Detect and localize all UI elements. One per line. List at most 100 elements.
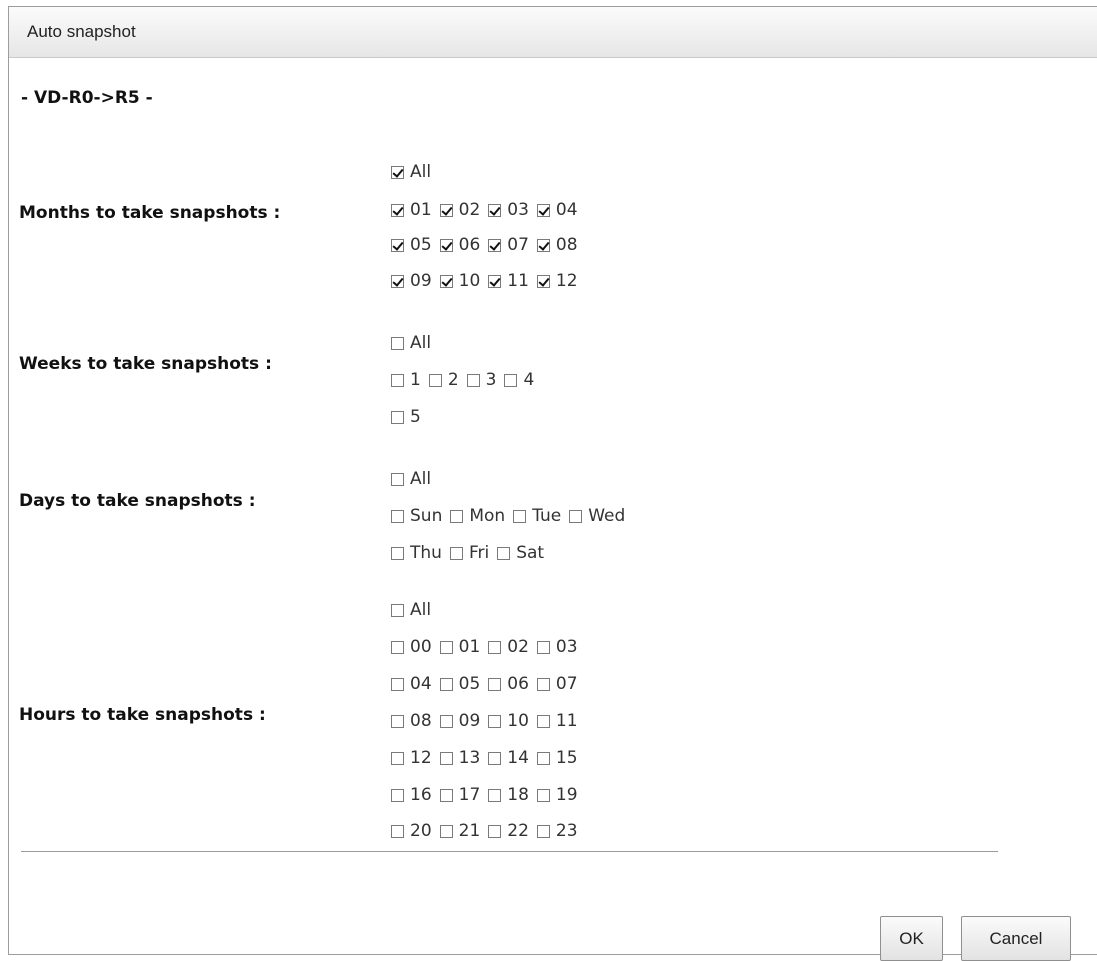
checkbox-unchecked-icon[interactable] (488, 751, 502, 765)
hours-checkbox-22[interactable]: 22 (488, 821, 529, 841)
checkbox-unchecked-icon[interactable] (569, 509, 583, 523)
checkbox-unchecked-icon[interactable] (488, 788, 502, 802)
checkbox-unchecked-icon[interactable] (391, 640, 404, 654)
checkbox-checked-icon[interactable] (536, 274, 550, 288)
days-checkbox-fri[interactable]: Fri (449, 543, 489, 563)
checkbox-unchecked-icon[interactable] (391, 509, 404, 523)
checkbox-unchecked-icon[interactable] (391, 603, 404, 617)
hours-checkbox-15[interactable]: 15 (536, 748, 578, 768)
checkbox-unchecked-icon[interactable] (536, 677, 550, 691)
checkbox-checked-icon[interactable] (391, 274, 404, 288)
checkbox-unchecked-icon[interactable] (391, 336, 404, 350)
checkbox-unchecked-icon[interactable] (488, 640, 502, 654)
checkbox-unchecked-icon[interactable] (450, 509, 464, 523)
hours-checkbox-20[interactable]: 20 (391, 821, 432, 841)
checkbox-checked-icon[interactable] (488, 203, 502, 217)
months-checkbox-05[interactable]: 05 (391, 235, 432, 255)
checkbox-unchecked-icon[interactable] (536, 640, 550, 654)
checkbox-unchecked-icon[interactable] (466, 373, 480, 387)
checkbox-unchecked-icon[interactable] (391, 546, 404, 560)
checkbox-unchecked-icon[interactable] (391, 373, 404, 387)
hours-checkbox-04[interactable]: 04 (391, 674, 432, 694)
days-checkbox-thu[interactable]: Thu (391, 543, 442, 563)
checkbox-unchecked-icon[interactable] (513, 509, 527, 523)
months-checkbox-11[interactable]: 11 (488, 271, 529, 291)
hours-checkbox-16[interactable]: 16 (391, 785, 432, 805)
checkbox-unchecked-icon[interactable] (391, 472, 404, 486)
checkbox-unchecked-icon[interactable] (439, 788, 453, 802)
months-checkbox-01[interactable]: 01 (391, 200, 432, 220)
months-checkbox-02[interactable]: 02 (439, 200, 480, 220)
hours-checkbox-12[interactable]: 12 (391, 748, 432, 768)
checkbox-checked-icon[interactable] (439, 274, 453, 288)
months-checkbox-09[interactable]: 09 (391, 271, 432, 291)
checkbox-unchecked-icon[interactable] (504, 373, 518, 387)
weeks-checkbox-4[interactable]: 4 (504, 370, 534, 390)
weeks-checkbox-5[interactable]: 5 (391, 407, 421, 427)
checkbox-unchecked-icon[interactable] (497, 546, 511, 560)
weeks-checkbox-3[interactable]: 3 (466, 370, 496, 390)
checkbox-unchecked-icon[interactable] (391, 824, 404, 838)
months-checkbox-06[interactable]: 06 (439, 235, 480, 255)
hours-checkbox-21[interactable]: 21 (439, 821, 480, 841)
months-checkbox-all[interactable]: All (391, 162, 431, 182)
checkbox-unchecked-icon[interactable] (439, 824, 453, 838)
hours-checkbox-19[interactable]: 19 (536, 785, 578, 805)
hours-checkbox-13[interactable]: 13 (439, 748, 480, 768)
hours-checkbox-17[interactable]: 17 (439, 785, 480, 805)
hours-checkbox-03[interactable]: 03 (536, 637, 578, 657)
weeks-checkbox-2[interactable]: 2 (428, 370, 459, 390)
checkbox-checked-icon[interactable] (391, 165, 404, 179)
checkbox-unchecked-icon[interactable] (391, 410, 404, 424)
days-checkbox-mon[interactable]: Mon (450, 506, 505, 526)
checkbox-unchecked-icon[interactable] (391, 751, 404, 765)
checkbox-unchecked-icon[interactable] (449, 546, 463, 560)
hours-checkbox-05[interactable]: 05 (439, 674, 480, 694)
hours-checkbox-07[interactable]: 07 (536, 674, 578, 694)
checkbox-unchecked-icon[interactable] (428, 373, 442, 387)
hours-checkbox-01[interactable]: 01 (439, 637, 480, 657)
cancel-button[interactable]: Cancel (961, 916, 1071, 961)
months-checkbox-12[interactable]: 12 (536, 271, 578, 291)
days-checkbox-wed[interactable]: Wed (569, 506, 625, 526)
checkbox-unchecked-icon[interactable] (488, 677, 502, 691)
months-checkbox-03[interactable]: 03 (488, 200, 529, 220)
checkbox-unchecked-icon[interactable] (391, 714, 404, 728)
hours-checkbox-06[interactable]: 06 (488, 674, 529, 694)
days-checkbox-sat[interactable]: Sat (497, 543, 544, 563)
weeks-checkbox-1[interactable]: 1 (391, 370, 421, 390)
checkbox-checked-icon[interactable] (536, 203, 550, 217)
hours-checkbox-00[interactable]: 00 (391, 637, 432, 657)
days-checkbox-sun[interactable]: Sun (391, 506, 442, 526)
checkbox-unchecked-icon[interactable] (488, 824, 502, 838)
checkbox-unchecked-icon[interactable] (391, 677, 404, 691)
checkbox-unchecked-icon[interactable] (439, 677, 453, 691)
checkbox-unchecked-icon[interactable] (536, 824, 550, 838)
checkbox-unchecked-icon[interactable] (536, 751, 550, 765)
hours-checkbox-23[interactable]: 23 (536, 821, 578, 841)
checkbox-checked-icon[interactable] (439, 238, 453, 252)
months-checkbox-04[interactable]: 04 (536, 200, 578, 220)
checkbox-checked-icon[interactable] (488, 238, 502, 252)
checkbox-unchecked-icon[interactable] (439, 640, 453, 654)
hours-checkbox-09[interactable]: 09 (439, 711, 480, 731)
checkbox-checked-icon[interactable] (536, 238, 550, 252)
days-checkbox-tue[interactable]: Tue (513, 506, 561, 526)
checkbox-unchecked-icon[interactable] (536, 714, 550, 728)
hours-checkbox-18[interactable]: 18 (488, 785, 529, 805)
months-checkbox-08[interactable]: 08 (536, 235, 578, 255)
months-checkbox-07[interactable]: 07 (488, 235, 529, 255)
checkbox-unchecked-icon[interactable] (439, 751, 453, 765)
hours-checkbox-02[interactable]: 02 (488, 637, 529, 657)
hours-checkbox-14[interactable]: 14 (488, 748, 529, 768)
ok-button[interactable]: OK (880, 916, 943, 961)
checkbox-unchecked-icon[interactable] (488, 714, 502, 728)
hours-checkbox-all[interactable]: All (391, 600, 431, 620)
weeks-checkbox-all[interactable]: All (391, 333, 431, 353)
checkbox-checked-icon[interactable] (391, 238, 404, 252)
checkbox-checked-icon[interactable] (439, 203, 453, 217)
days-checkbox-all[interactable]: All (391, 469, 431, 489)
hours-checkbox-10[interactable]: 10 (488, 711, 529, 731)
checkbox-checked-icon[interactable] (488, 274, 502, 288)
checkbox-unchecked-icon[interactable] (536, 788, 550, 802)
